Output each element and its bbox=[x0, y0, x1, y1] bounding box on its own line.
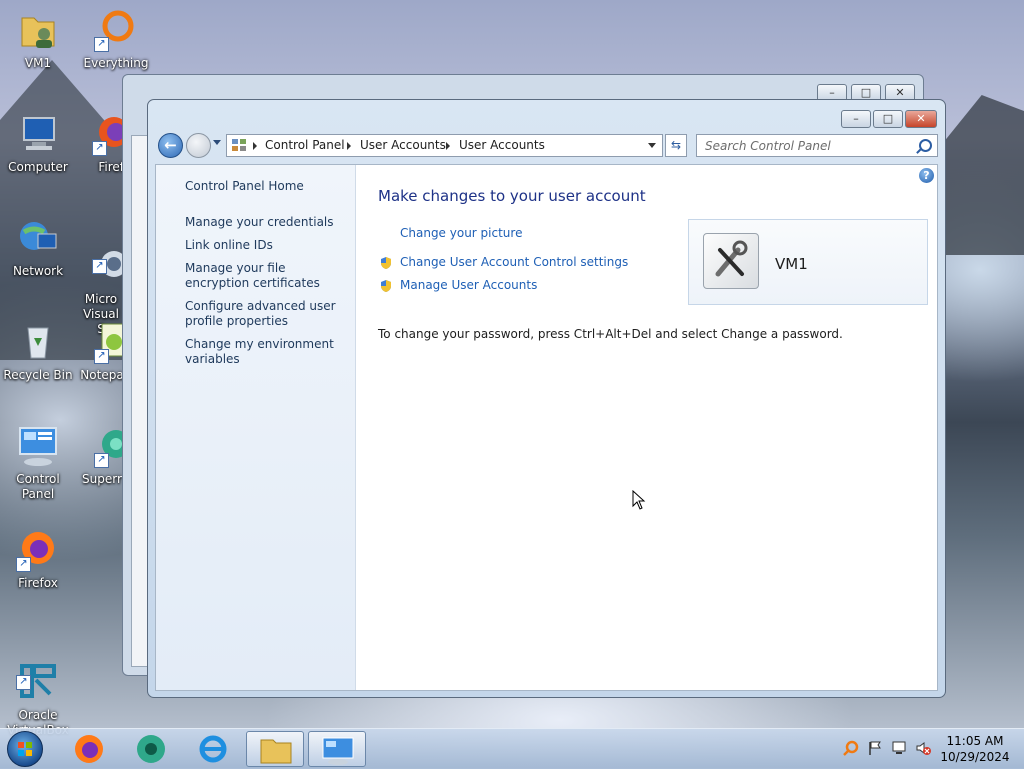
manage-credentials-link[interactable]: Manage your credentials bbox=[185, 215, 345, 230]
shortcut-arrow-icon: ↗ bbox=[92, 259, 107, 274]
address-dropdown-icon[interactable] bbox=[648, 143, 656, 148]
volume-muted-icon[interactable] bbox=[915, 740, 931, 756]
taskbar-firefox[interactable] bbox=[60, 731, 118, 767]
close-button[interactable]: ✕ bbox=[905, 110, 937, 128]
firefox-icon: ↗ bbox=[16, 528, 60, 572]
address-bar[interactable]: Control Panel User Accounts User Account… bbox=[226, 134, 663, 157]
internet-explorer-icon bbox=[199, 735, 227, 763]
desktop-icon-supermium-partial[interactable]: ↗ Superr bbox=[80, 424, 130, 487]
desktop-icon-everything[interactable]: ↗ Everything bbox=[78, 8, 154, 71]
shortcut-arrow-icon: ↗ bbox=[94, 349, 109, 364]
everything-tray-icon[interactable] bbox=[843, 740, 859, 756]
change-picture-link[interactable]: Change your picture bbox=[400, 226, 522, 240]
action-center-flag-icon[interactable] bbox=[867, 740, 883, 756]
desktop-icon-firefox-partial[interactable]: ↗ Firef bbox=[76, 112, 129, 175]
user-accounts-window[interactable]: – □ ✕ ← Control Panel User Accounts User… bbox=[147, 99, 946, 698]
search-box[interactable] bbox=[696, 134, 938, 157]
back-button[interactable]: ← bbox=[158, 133, 183, 158]
everything-icon: ↗ bbox=[94, 8, 138, 52]
mouse-cursor-icon bbox=[632, 490, 646, 510]
refresh-icon: ⇆ bbox=[670, 138, 682, 152]
network-icon bbox=[16, 216, 60, 260]
maximize-button[interactable]: □ bbox=[873, 110, 903, 128]
desktop-icon-firefox[interactable]: ↗ Firefox bbox=[0, 528, 76, 591]
shortcut-arrow-icon: ↗ bbox=[94, 37, 109, 52]
breadcrumb-user-accounts-current[interactable]: User Accounts bbox=[459, 138, 545, 152]
file-encryption-certificates-link[interactable]: Manage your file encryption certificates bbox=[185, 261, 345, 291]
control-panel-home-link[interactable]: Control Panel Home bbox=[185, 179, 345, 194]
user-folder-icon bbox=[16, 8, 60, 52]
breadcrumb-control-panel[interactable]: Control Panel bbox=[265, 138, 345, 152]
control-panel-icon bbox=[16, 424, 60, 468]
desktop-icon-network[interactable]: Network bbox=[0, 216, 76, 279]
navigation-bar: ← Control Panel User Accounts User Accou… bbox=[156, 132, 938, 160]
desktop-icon-recycle-bin[interactable]: Recycle Bin bbox=[0, 320, 76, 383]
network-tray-icon[interactable] bbox=[891, 740, 907, 756]
tools-avatar-icon bbox=[715, 240, 748, 277]
clock-date: 10/29/2024 bbox=[940, 750, 1010, 764]
breadcrumb-user-accounts[interactable]: User Accounts bbox=[360, 138, 446, 152]
recent-pages-dropdown-icon[interactable] bbox=[213, 140, 221, 145]
desktop-icon-computer[interactable]: Computer bbox=[0, 112, 76, 175]
search-input[interactable] bbox=[697, 135, 923, 156]
password-instructions: To change your password, press Ctrl+Alt+… bbox=[378, 327, 843, 341]
desktop-icon-vm1[interactable]: VM1 bbox=[0, 8, 76, 71]
user-name: VM1 bbox=[775, 255, 808, 273]
back-arrow-icon: ← bbox=[164, 136, 177, 154]
page-heading: Make changes to your user account bbox=[378, 187, 646, 205]
supermium-icon bbox=[137, 735, 165, 763]
shortcut-arrow-icon: ↗ bbox=[16, 557, 31, 572]
forward-button[interactable] bbox=[186, 133, 211, 158]
user-account-card: VM1 bbox=[688, 219, 928, 305]
manage-user-accounts-link[interactable]: Manage User Accounts bbox=[400, 278, 537, 292]
breadcrumb-separator-icon[interactable] bbox=[253, 142, 257, 150]
virtualbox-icon: ↗ bbox=[16, 646, 60, 698]
uac-settings-link[interactable]: Change User Account Control settings bbox=[400, 255, 628, 269]
content-area: Control Panel Home Manage your credentia… bbox=[155, 164, 938, 691]
firefox-icon bbox=[75, 735, 103, 763]
breadcrumb-separator-icon[interactable] bbox=[347, 142, 351, 150]
user-picture[interactable] bbox=[703, 233, 759, 289]
uac-shield-icon bbox=[381, 280, 391, 292]
computer-icon bbox=[16, 112, 60, 156]
folder-icon bbox=[260, 739, 292, 764]
taskbar-control-panel[interactable] bbox=[308, 731, 366, 767]
help-icon[interactable]: ? bbox=[919, 168, 934, 183]
control-panel-icon bbox=[322, 737, 354, 765]
minimize-button[interactable]: – bbox=[841, 110, 871, 128]
system-clock[interactable]: 11:05 AM 10/29/2024 bbox=[940, 733, 1010, 765]
desktop-icon-control-panel[interactable]: Control Panel bbox=[0, 424, 76, 502]
shortcut-arrow-icon: ↗ bbox=[94, 453, 109, 468]
refresh-button[interactable]: ⇆ bbox=[665, 134, 687, 157]
taskbar-supermium[interactable] bbox=[122, 731, 180, 767]
recycle-bin-icon bbox=[16, 320, 60, 364]
left-navigation-pane: Control Panel Home Manage your credentia… bbox=[156, 165, 356, 690]
environment-variables-link[interactable]: Change my environment variables bbox=[185, 337, 345, 367]
breadcrumb-separator-icon[interactable] bbox=[446, 142, 450, 150]
start-button[interactable] bbox=[7, 731, 43, 767]
taskbar-internet-explorer[interactable] bbox=[184, 731, 242, 767]
clock-time: 11:05 AM bbox=[946, 734, 1004, 748]
advanced-profile-properties-link[interactable]: Configure advanced user profile properti… bbox=[185, 299, 345, 329]
search-icon[interactable] bbox=[919, 139, 932, 152]
taskbar: 11:05 AM 10/29/2024 bbox=[0, 728, 1024, 769]
link-online-ids-link[interactable]: Link online IDs bbox=[185, 238, 345, 253]
control-panel-small-icon bbox=[232, 139, 246, 151]
windows-logo-icon bbox=[18, 742, 32, 756]
uac-shield-icon bbox=[381, 257, 391, 269]
taskbar-file-explorer[interactable] bbox=[246, 731, 304, 767]
shortcut-arrow-icon: ↗ bbox=[92, 141, 107, 156]
desktop-icon-notepad-partial[interactable]: ↗ Notepa bbox=[80, 320, 129, 383]
shortcut-arrow-icon: ↗ bbox=[16, 675, 31, 690]
